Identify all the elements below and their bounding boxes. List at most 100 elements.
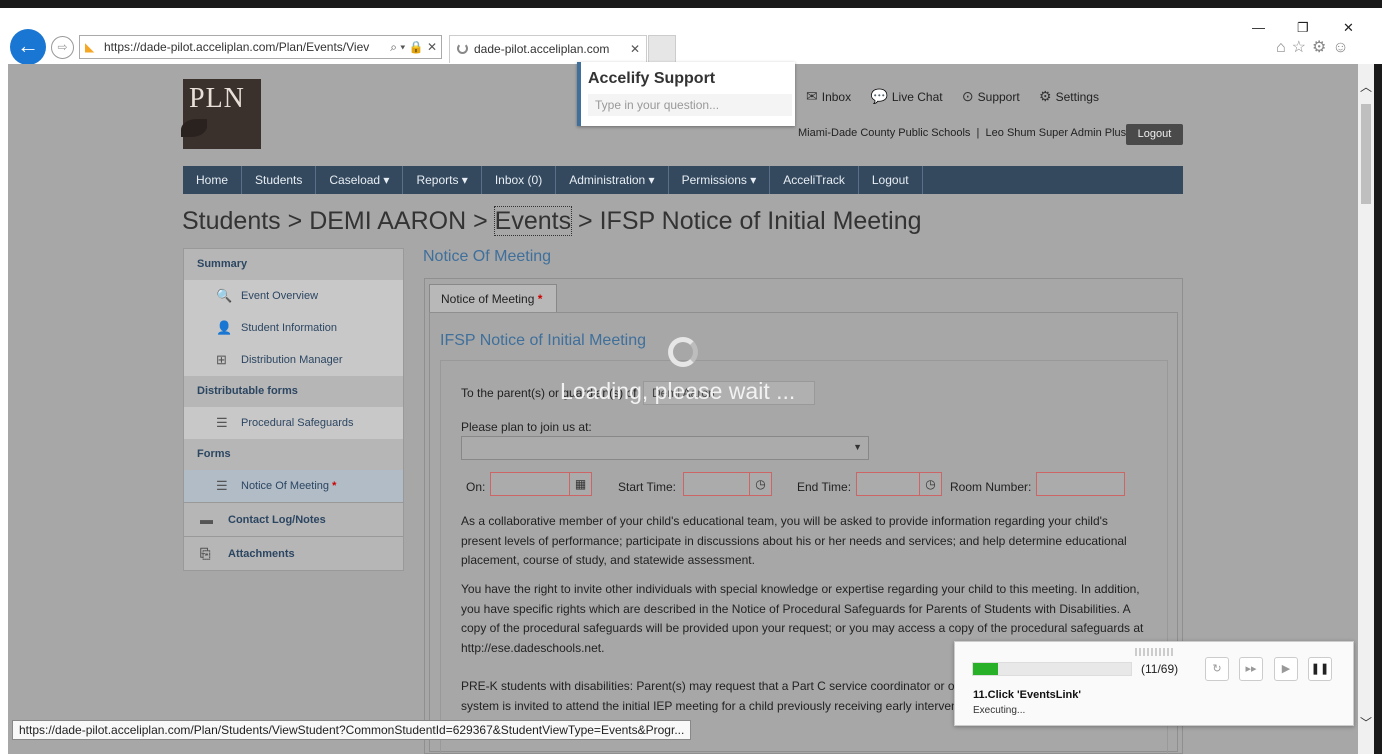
status-bar-url: https://dade-pilot.acceliplan.com/Plan/S… [12, 720, 692, 740]
reload-icon[interactable]: ↻ [1205, 657, 1229, 681]
plan-label: Please plan to join us at: [461, 420, 592, 434]
nav-reports[interactable]: Reports ▾ [403, 166, 482, 194]
user-name: Leo Shum Super Admin Plus [985, 127, 1127, 139]
sidebar-header-summary: Summary [184, 249, 403, 280]
sidebar-item-contact-log[interactable]: ▬ Contact Log/Notes [184, 502, 403, 536]
top-nav-inbox[interactable]: ✉ Inbox [806, 88, 851, 104]
window-edge [1374, 64, 1382, 754]
automation-panel: (11/69) ↻ ▸▸ ▶ ❚❚ 11.Click 'EventsLink' … [954, 641, 1354, 726]
logo-text: PLN [189, 83, 245, 114]
nav-students[interactable]: Students [242, 166, 317, 194]
tab-close-icon[interactable]: ✕ [630, 36, 640, 62]
start-time-label: Start Time: [618, 480, 677, 494]
sidebar-item-notice-of-meeting[interactable]: ☰ Notice Of Meeting * [184, 470, 403, 502]
sidebar-item-student-information[interactable]: 👤 Student Information [184, 312, 403, 344]
new-tab-button[interactable] [648, 35, 676, 63]
forward-button[interactable]: ⇨ [51, 36, 74, 59]
top-nav: ✉ Inbox 💬 Live Chat ⊙ Support ⚙ Settings [806, 88, 1115, 105]
progress-fill [973, 663, 999, 675]
support-widget-title: Accelify Support [588, 70, 716, 87]
clock-icon[interactable]: ◷ [749, 473, 771, 495]
sidebar-item-event-overview[interactable]: 🔍 Event Overview [184, 280, 403, 312]
breadcrumb-sep: > [466, 207, 495, 235]
breadcrumb-sep: > [280, 207, 310, 235]
sidebar: Summary 🔍 Event Overview 👤 Student Informa… [183, 248, 404, 571]
sidebar-item-distribution-manager[interactable]: ⊞ Distribution Manager [184, 344, 403, 376]
list-icon: ☰ [216, 415, 228, 430]
user-info: Miami-Dade County Public Schools | Leo S… [798, 127, 1126, 139]
browser-tab[interactable]: dade-pilot.acceliplan.com ✕ [449, 35, 647, 63]
sidebar-item-label: Notice Of Meeting [241, 480, 330, 492]
list-icon: ☰ [216, 478, 228, 493]
sidebar-item-attachments[interactable]: ⎘ Attachments [184, 536, 403, 570]
date-input[interactable]: ▦ [490, 472, 592, 496]
drag-grip-icon[interactable] [1135, 648, 1175, 656]
top-nav-live-chat[interactable]: 💬 Live Chat [870, 88, 942, 104]
scroll-down-icon[interactable]: ﹀ [1360, 714, 1372, 731]
person-icon: 👤 [216, 320, 233, 335]
sidebar-item-label: Attachments [228, 548, 295, 560]
address-tools-icons[interactable]: ⌕ ▾ 🔒 ✕ [387, 36, 437, 58]
tab-title: dade-pilot.acceliplan.com [474, 42, 610, 56]
nav-home[interactable]: Home [183, 166, 243, 194]
sidebar-item-procedural-safeguards[interactable]: ☰ Procedural Safeguards [184, 407, 403, 439]
start-time-input[interactable]: ◷ [683, 472, 772, 496]
end-time-label: End Time: [797, 480, 852, 494]
location-select[interactable]: ▼ [461, 436, 869, 460]
header-logout-button[interactable]: Logout [1126, 124, 1183, 145]
loading-message: Loading, please wait ... [560, 378, 796, 404]
sidebar-item-label: Contact Log/Notes [228, 514, 326, 526]
chat-icon: 💬 [870, 88, 888, 104]
back-button[interactable]: ← [10, 29, 46, 65]
on-label: On: [466, 480, 486, 494]
sidebar-header-forms: Forms [184, 439, 403, 470]
nav-accelitrack[interactable]: AcceliTrack [770, 166, 859, 194]
room-number-label: Room Number: [950, 480, 1032, 494]
gear-icon: ⚙ [1039, 88, 1052, 104]
tab-notice-of-meeting[interactable]: Notice of Meeting * [429, 284, 557, 313]
breadcrumb-events[interactable]: Events [493, 206, 573, 236]
close-window-button[interactable]: ✕ [1343, 20, 1354, 36]
clock-icon[interactable]: ◷ [919, 473, 941, 495]
sidebar-header-distributable: Distributable forms [184, 376, 403, 407]
section-title: Notice Of Meeting [423, 248, 552, 265]
breadcrumb-current: IFSP Notice of Initial Meeting [599, 207, 922, 235]
breadcrumb-students[interactable]: Students [182, 207, 281, 235]
nav-logout[interactable]: Logout [859, 166, 923, 194]
address-bar[interactable]: ◣ https://dade-pilot.acceliplan.com/Plan… [79, 35, 442, 59]
restore-button[interactable]: ❐ [1297, 20, 1309, 36]
top-nav-label: Settings [1055, 90, 1099, 104]
contact-card-icon: ▬ [200, 512, 213, 527]
room-number-input[interactable] [1036, 472, 1125, 496]
nav-inbox[interactable]: Inbox (0) [482, 166, 557, 194]
scroll-up-icon[interactable]: ︿ [1360, 78, 1372, 95]
step-state: Executing... [973, 705, 1026, 716]
breadcrumb-student[interactable]: DEMI AARON [309, 207, 466, 235]
play-icon[interactable]: ▶ [1274, 657, 1298, 681]
chevron-down-icon: ▼ [853, 442, 862, 452]
minimize-button[interactable]: — [1252, 20, 1265, 35]
skip-icon[interactable]: ▸▸ [1239, 657, 1263, 681]
form-title: IFSP Notice of Initial Meeting [440, 332, 647, 349]
logo-leaf-icon [181, 119, 207, 137]
support-question-input[interactable]: Type in your question... [588, 94, 792, 116]
hierarchy-icon: ⊞ [216, 352, 227, 367]
nav-administration[interactable]: Administration ▾ [556, 166, 669, 194]
taskbar-strip [0, 0, 1382, 8]
pause-icon[interactable]: ❚❚ [1308, 657, 1332, 681]
site-favicon-icon: ◣ [85, 40, 95, 54]
top-nav-settings[interactable]: ⚙ Settings [1039, 88, 1099, 104]
scrollbar-thumb[interactable] [1361, 104, 1371, 204]
progress-bar [972, 662, 1132, 676]
support-widget: Accelify Support Type in your question..… [577, 62, 795, 126]
browser-toolbar-icons[interactable]: ⌂☆⚙☺ [1276, 37, 1355, 57]
nav-permissions[interactable]: Permissions ▾ [669, 166, 771, 194]
vertical-scrollbar[interactable]: ︿ ﹀ [1358, 64, 1374, 754]
end-time-input[interactable]: ◷ [856, 472, 942, 496]
top-nav-support[interactable]: ⊙ Support [961, 88, 1020, 104]
nav-caseload[interactable]: Caseload ▾ [316, 166, 404, 194]
calendar-icon[interactable]: ▦ [569, 473, 591, 495]
search-icon: 🔍 [216, 288, 233, 303]
support-icon: ⊙ [961, 88, 974, 104]
step-count: (11/69) [1141, 662, 1179, 676]
